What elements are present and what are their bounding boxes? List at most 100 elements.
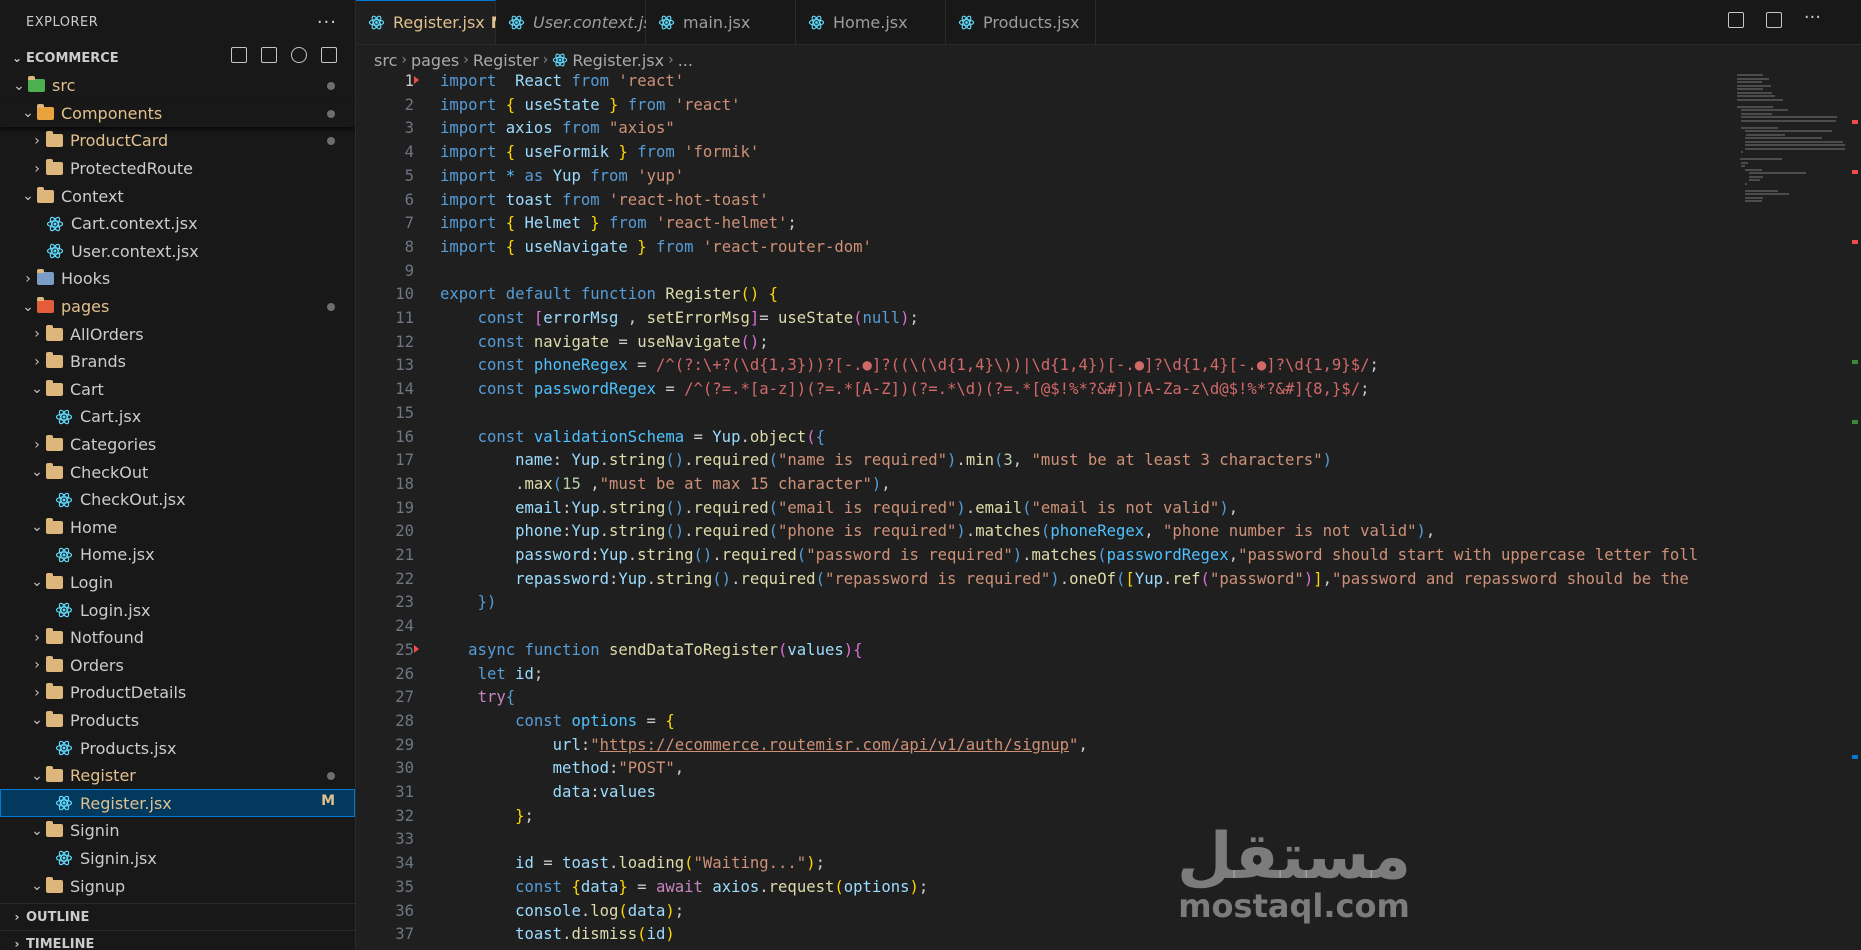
compare-changes-icon[interactable] xyxy=(1727,12,1744,28)
tree-file[interactable]: CheckOut.jsx xyxy=(0,486,355,514)
code-line[interactable]: 32 }; xyxy=(356,805,1721,829)
tab-user-context-jsx[interactable]: User.context.jsx xyxy=(496,0,661,44)
code-line[interactable]: 18 .max(15 ,"must be at max 15 character… xyxy=(356,473,1721,497)
tree-file[interactable]: Cart.jsx xyxy=(0,403,355,431)
breadcrumb-item[interactable]: src xyxy=(374,51,397,70)
tree-folder[interactable]: › Hooks xyxy=(0,265,355,293)
tree-folder[interactable]: ⌄ Register xyxy=(0,762,355,790)
tree-folder[interactable]: › ProductDetails xyxy=(0,679,355,707)
code-line[interactable]: 3 import axios from "axios" xyxy=(356,117,1721,141)
code-line[interactable]: 33 xyxy=(356,828,1721,852)
tree-folder[interactable]: › Notfound xyxy=(0,624,355,652)
code-line[interactable]: 36 console.log(data); xyxy=(356,900,1721,924)
code-line[interactable]: 15 xyxy=(356,402,1721,426)
tree-folder[interactable]: › ProductCard xyxy=(0,127,355,155)
code-token: data xyxy=(552,783,591,801)
code-line[interactable]: 13 const phoneRegex = /^(?:\+?(\d{1,3}))… xyxy=(356,354,1721,378)
tree-folder[interactable]: ⌄ src xyxy=(0,72,355,100)
scrollbar[interactable] xyxy=(1849,70,1861,950)
tree-folder[interactable]: › Categories xyxy=(0,431,355,459)
tab-products-jsx[interactable]: Products.jsx xyxy=(946,0,1096,44)
code-line[interactable]: 14 const passwordRegex = /^(?=.*[a-z])(?… xyxy=(356,378,1721,402)
tab-home-jsx[interactable]: Home.jsx xyxy=(796,0,946,44)
code-line[interactable]: 1 import React from 'react' xyxy=(356,70,1721,94)
code-line[interactable]: 16 const validationSchema = Yup.object({ xyxy=(356,426,1721,450)
tree-folder[interactable]: ⌄ Cart xyxy=(0,376,355,404)
tree-folder[interactable]: › Brands xyxy=(0,348,355,376)
code-line[interactable]: 2 import { useState } from 'react' xyxy=(356,94,1721,118)
code-line[interactable]: 6 import toast from 'react-hot-toast' xyxy=(356,189,1721,213)
tree-folder[interactable]: ⌄ Signup xyxy=(0,872,355,900)
code-line[interactable]: 17 name: Yup.string().required("name is … xyxy=(356,449,1721,473)
tree-folder[interactable]: ⌄ Context xyxy=(0,182,355,210)
timeline-section-header[interactable]: › TIMELINE xyxy=(0,930,355,950)
tab-register-jsx[interactable]: Register.jsxM✕ xyxy=(356,0,531,44)
line-number: 21 xyxy=(395,546,414,564)
code-line[interactable]: 30 method:"POST", xyxy=(356,757,1721,781)
code-line[interactable]: 26 let id; xyxy=(356,663,1721,687)
workspace-section-header[interactable]: ⌄ ECOMMERCE xyxy=(0,44,355,72)
code-line[interactable]: 8 import { useNavigate } from 'react-rout… xyxy=(356,236,1721,260)
code-line[interactable]: 4 import { useFormik } from 'formik' xyxy=(356,141,1721,165)
tree-folder[interactable]: ⌄ Home xyxy=(0,514,355,542)
code-line[interactable]: 21 password:Yup.string().required("passw… xyxy=(356,544,1721,568)
breadcrumb-item[interactable]: pages xyxy=(411,51,459,70)
code-line[interactable]: 35 const {data} = await axios.request(op… xyxy=(356,876,1721,900)
code-line[interactable]: 9 xyxy=(356,260,1721,284)
refresh-icon[interactable] xyxy=(291,47,307,63)
chevron-right-icon: › xyxy=(34,353,40,370)
code-line[interactable]: 20 phone:Yup.string().required("phone is… xyxy=(356,520,1721,544)
ellipsis-icon[interactable]: ··· xyxy=(317,12,337,33)
code-line[interactable]: 7 import { Helmet } from 'react-helmet'; xyxy=(356,212,1721,236)
code-line[interactable]: 24 xyxy=(356,615,1721,639)
code-line[interactable]: 5 import * as Yup from 'yup' xyxy=(356,165,1721,189)
breadcrumb-item[interactable]: ... xyxy=(678,51,693,70)
tree-folder[interactable]: ⌄ Signin xyxy=(0,817,355,845)
code-token: ( xyxy=(1040,522,1051,541)
minimap[interactable] xyxy=(1737,70,1847,950)
code-line[interactable]: 28 const options = { xyxy=(356,710,1721,734)
tree-folder[interactable]: ⌄ Components xyxy=(0,99,355,128)
code-line[interactable]: 34 id = toast.loading("Waiting..."); xyxy=(356,852,1721,876)
tree-folder[interactable]: › ProtectedRoute xyxy=(0,155,355,183)
new-file-icon[interactable] xyxy=(231,47,247,63)
tree-file[interactable]: Signin.jsx xyxy=(0,845,355,873)
code-token: ref xyxy=(1172,569,1201,588)
code-line[interactable]: 29 url:"https://ecommerce.routemisr.com/… xyxy=(356,734,1721,758)
tab-main-jsx[interactable]: main.jsx xyxy=(646,0,796,44)
tree-folder[interactable]: ⌄ pages xyxy=(0,293,355,321)
tree-folder[interactable]: ⌄ Login xyxy=(0,569,355,597)
tree-file[interactable]: User.context.jsx xyxy=(0,238,355,266)
outline-section-header[interactable]: › OUTLINE xyxy=(0,903,355,930)
src-folder-icon xyxy=(28,76,45,93)
code-line[interactable]: 27 try{ xyxy=(356,686,1721,710)
tree-folder[interactable]: ⌄ CheckOut xyxy=(0,458,355,486)
code-line[interactable]: 23 }) xyxy=(356,591,1721,615)
tree-folder[interactable]: › Orders xyxy=(0,651,355,679)
tree-folder[interactable]: › AllOrders xyxy=(0,320,355,348)
more-actions-icon[interactable]: ··· xyxy=(1804,9,1821,28)
tree-file[interactable]: Login.jsx xyxy=(0,596,355,624)
code-editor[interactable]: 1 import React from 'react' 2 import { useS… xyxy=(356,70,1721,950)
code-line[interactable]: 37 toast.dismiss(id) xyxy=(356,923,1721,947)
breadcrumb-item[interactable]: Register xyxy=(473,51,539,70)
code-line[interactable]: 31 data:values xyxy=(356,781,1721,805)
code-line[interactable]: 11 const [errorMsg , setErrorMsg]= useSt… xyxy=(356,307,1721,331)
code-line[interactable]: 19 email:Yup.string().required("email is… xyxy=(356,497,1721,521)
code-line[interactable]: 25 async function sendDataToRegister(val… xyxy=(356,639,1721,663)
code-line[interactable]: 12 const navigate = useNavigate(); xyxy=(356,331,1721,355)
code-line[interactable]: 22 repassword:Yup.string().required("rep… xyxy=(356,568,1721,592)
tree-file[interactable]: Cart.context.jsx xyxy=(0,210,355,238)
code-token: () xyxy=(665,522,685,541)
tree-file[interactable]: Home.jsx xyxy=(0,541,355,569)
split-editor-icon[interactable] xyxy=(1765,12,1782,28)
tree-file[interactable]: Register.jsx M xyxy=(0,789,355,818)
tree-file[interactable]: Products.jsx xyxy=(0,734,355,762)
code-line[interactable]: 10 export default function Register() { xyxy=(356,283,1721,307)
breadcrumb-item[interactable]: Register.jsx xyxy=(572,51,664,70)
tree-folder[interactable]: ⌄ Products xyxy=(0,707,355,735)
new-folder-icon[interactable] xyxy=(261,47,277,63)
collapse-all-icon[interactable] xyxy=(321,47,337,63)
